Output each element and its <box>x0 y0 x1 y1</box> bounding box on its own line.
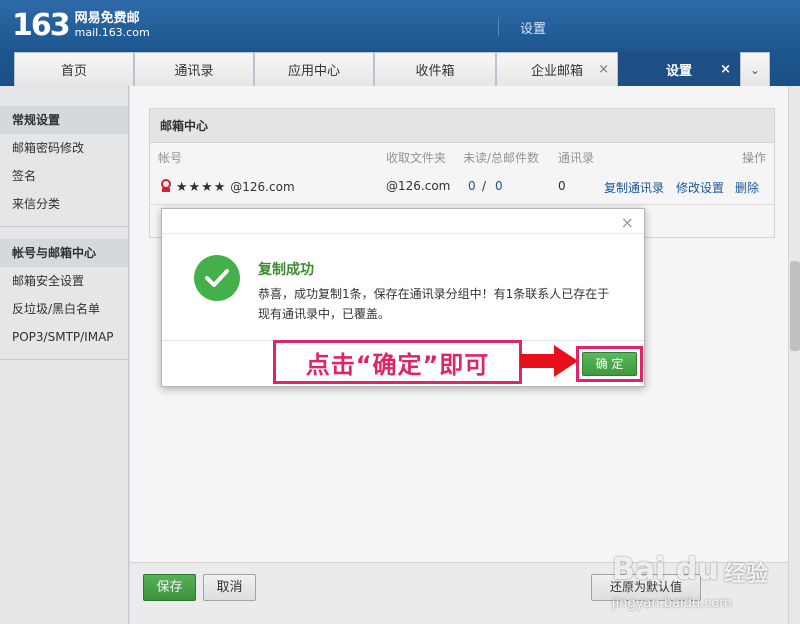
tab-home[interactable]: 首页 <box>14 52 134 86</box>
tab-inbox[interactable]: 收件箱 <box>374 52 496 86</box>
arrow-right-icon <box>520 345 578 377</box>
close-icon[interactable]: × <box>720 62 731 77</box>
tab-more-dropdown[interactable]: ⌄ <box>740 52 770 86</box>
header-title: 设置 <box>520 22 547 37</box>
close-icon[interactable]: × <box>621 213 634 232</box>
tab-app-center[interactable]: 应用中心 <box>254 52 374 86</box>
instruction-text: 点击“确定”即可 <box>305 350 490 379</box>
watermark-url: jingyan.baidu.com <box>612 596 732 611</box>
tab-enterprise-mail[interactable]: 企业邮箱 × <box>496 52 618 86</box>
watermark-brand: Bai du <box>612 552 719 587</box>
app-header: 163 网易免费邮 mail.163.com 设置 首页 通讯录 应用中心 收件… <box>0 0 800 86</box>
chevron-down-icon: ⌄ <box>749 62 761 77</box>
ok-button-highlight: 确 定 <box>576 346 643 382</box>
logo[interactable]: 163 网易免费邮 mail.163.com <box>12 8 150 43</box>
success-check-icon <box>194 255 240 301</box>
tab-contacts[interactable]: 通讯录 <box>134 52 254 86</box>
logo-domain: mail.163.com <box>74 25 150 39</box>
close-icon[interactable]: × <box>598 62 609 77</box>
instruction-callout: 点击“确定”即可 <box>273 340 522 384</box>
ok-button[interactable]: 确 定 <box>582 352 637 376</box>
logo-name: 网易免费邮 <box>74 10 140 26</box>
watermark-jingyan: 经验 <box>724 562 769 587</box>
header-separator <box>498 18 499 36</box>
dialog-message: 恭喜，成功复制1条，保存在通讯录分组中！有1条联系人已存在于现有通讯录中，已覆盖… <box>258 287 610 321</box>
tab-bar: 首页 通讯录 应用中心 收件箱 企业邮箱 × 设置 × ⌄ <box>14 52 770 86</box>
baidu-jingyan-watermark: Bai du 经验 jingyan.baidu.com <box>612 532 792 622</box>
tab-settings[interactable]: 设置 × <box>618 52 740 86</box>
logo-number: 163 <box>12 8 71 43</box>
dialog-title: 复制成功 <box>258 262 314 278</box>
